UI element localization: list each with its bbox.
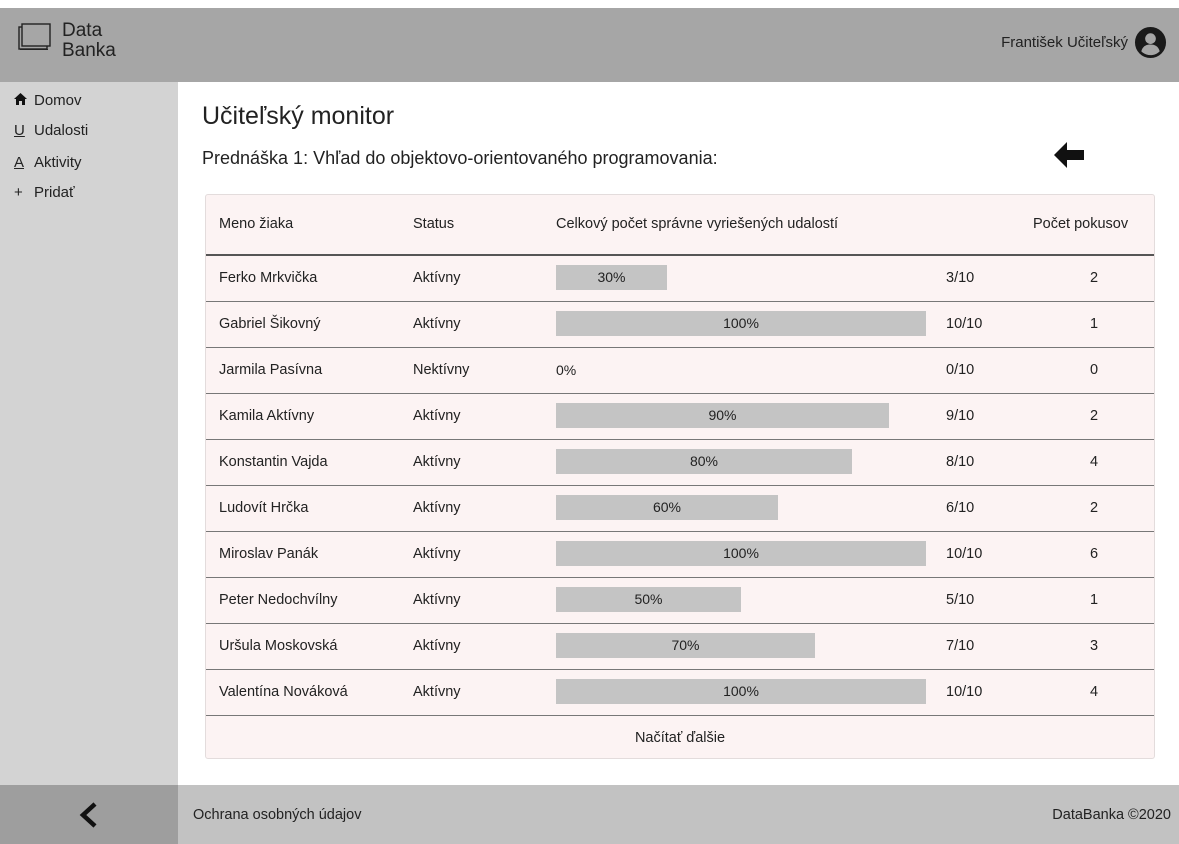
data-bank-logo-icon[interactable]	[18, 22, 52, 52]
progress-bar: 70%	[556, 633, 815, 658]
progress-bar: 90%	[556, 403, 889, 428]
table-header: Meno žiaka Status Celkový počet správne …	[206, 195, 1154, 256]
sidebar-item-label: Domov	[34, 92, 82, 109]
correct-ratio: 10/10	[946, 546, 983, 562]
attempt-count: 2	[1090, 270, 1099, 286]
main-content: Učiteľský monitor Prednáška 1: Vhľad do …	[178, 82, 1179, 785]
student-status: Aktívny	[413, 684, 461, 700]
user-name: František Učiteľský	[1001, 34, 1128, 51]
collapse-sidebar-chevron-icon[interactable]	[77, 802, 101, 828]
footer-sidebar-area	[0, 785, 178, 844]
student-name: Peter Nedochvílny	[219, 592, 338, 608]
table-row: Valentína Nováková Aktívny 100% 10/10 4	[206, 670, 1154, 716]
app-logo-text[interactable]: Data Banka	[62, 21, 116, 61]
student-name: Valentína Nováková	[219, 684, 348, 700]
progress-bar: 80%	[556, 449, 852, 474]
student-status: Aktívny	[413, 316, 461, 332]
column-header-attempts: Počet pokusov	[1033, 216, 1129, 232]
user-avatar-icon[interactable]	[1134, 26, 1167, 59]
student-name: Jarmila Pasívna	[219, 362, 323, 378]
student-status: Aktívny	[413, 592, 461, 608]
column-header-name: Meno žiaka	[219, 216, 294, 232]
student-status: Aktívny	[413, 270, 461, 286]
progress-bar: 50%	[556, 587, 741, 612]
correct-ratio: 10/10	[946, 684, 983, 700]
attempt-count: 1	[1090, 316, 1099, 332]
correct-ratio: 3/10	[946, 270, 975, 286]
logo-line-1: Data	[62, 20, 103, 41]
progress-bar: 0%	[556, 362, 577, 378]
plus-icon: +	[14, 184, 23, 201]
student-name: Gabriel Šikovný	[219, 316, 321, 332]
correct-ratio: 9/10	[946, 408, 975, 424]
page-title: Učiteľský monitor	[202, 102, 395, 130]
logo-line-2: Banka	[62, 40, 116, 61]
column-header-correct: Celkový počet správne vyriešených udalos…	[556, 216, 839, 232]
correct-ratio: 8/10	[946, 454, 975, 470]
correct-ratio: 5/10	[946, 592, 975, 608]
student-status: Aktívny	[413, 408, 461, 424]
progress-bar: 100%	[556, 679, 926, 704]
table-row: Kamila Aktívny Aktívny 90% 9/10 2	[206, 394, 1154, 440]
student-status: Aktívny	[413, 546, 461, 562]
u-letter-icon: U	[14, 122, 25, 139]
table-row: Ludovít Hrčka Aktívny 60% 6/10 2	[206, 486, 1154, 532]
table-row: Miroslav Panák Aktívny 100% 10/10 6	[206, 532, 1154, 578]
student-name: Ferko Mrkvička	[219, 270, 318, 286]
sidebar-item-udalosti[interactable]: U Udalosti	[14, 122, 88, 139]
student-name: Konstantin Vajda	[219, 454, 328, 470]
sidebar: Domov U Udalosti A Aktivity + Pridať	[0, 82, 178, 785]
student-name: Uršula Moskovská	[219, 638, 338, 654]
back-arrow-icon[interactable]	[1052, 140, 1086, 170]
top-header: Data Banka František Učiteľský	[0, 0, 1179, 82]
correct-ratio: 0/10	[946, 362, 975, 378]
table-row: Uršula Moskovská Aktívny 70% 7/10 3	[206, 624, 1154, 670]
sidebar-item-aktivity[interactable]: A Aktivity	[14, 154, 82, 171]
correct-ratio: 7/10	[946, 638, 975, 654]
user-menu[interactable]: František Učiteľský	[1001, 26, 1167, 59]
attempt-count: 1	[1090, 592, 1099, 608]
attempt-count: 4	[1090, 454, 1099, 470]
lecture-subtitle: Prednáška 1: Vhľad do objektovo-orientov…	[202, 148, 718, 168]
attempt-count: 3	[1090, 638, 1099, 654]
table-row: Jarmila Pasívna Nektívny 0% 0/10 0	[206, 348, 1154, 394]
correct-ratio: 6/10	[946, 500, 975, 516]
student-name: Miroslav Panák	[219, 546, 319, 562]
sidebar-item-label: Aktivity	[34, 154, 82, 171]
sidebar-item-label: Udalosti	[34, 122, 89, 139]
a-letter-icon: A	[14, 154, 25, 171]
student-name: Ludovít Hrčka	[219, 500, 309, 516]
home-icon	[14, 92, 34, 109]
progress-bar: 60%	[556, 495, 778, 520]
column-header-status: Status	[413, 216, 455, 232]
student-monitor-table: Meno žiaka Status Celkový počet správne …	[205, 194, 1155, 759]
table-row: Konstantin Vajda Aktívny 80% 8/10 4	[206, 440, 1154, 486]
privacy-policy-link[interactable]: Ochrana osobných údajov	[193, 807, 361, 823]
progress-bar: 100%	[556, 311, 926, 336]
correct-ratio: 10/10	[946, 316, 983, 332]
student-name: Kamila Aktívny	[219, 408, 315, 424]
student-status: Nektívny	[413, 362, 470, 378]
progress-bar: 30%	[556, 265, 667, 290]
student-status: Aktívny	[413, 500, 461, 516]
footer: Ochrana osobných údajov DataBanka ©2020	[0, 785, 1179, 844]
progress-bar: 100%	[556, 541, 926, 566]
load-more-button[interactable]: Načítať ďalšie	[206, 730, 1154, 746]
table-row: Gabriel Šikovný Aktívny 100% 10/10 1	[206, 302, 1154, 348]
attempt-count: 2	[1090, 408, 1099, 424]
sidebar-item-label: Pridať	[34, 184, 75, 201]
table-row: Ferko Mrkvička Aktívny 30% 3/10 2	[206, 256, 1154, 302]
student-status: Aktívny	[413, 638, 461, 654]
attempt-count: 4	[1090, 684, 1099, 700]
attempt-count: 2	[1090, 500, 1099, 516]
student-status: Aktívny	[413, 454, 461, 470]
attempt-count: 6	[1090, 546, 1099, 562]
attempt-count: 0	[1090, 362, 1099, 378]
copyright-text: DataBanka ©2020	[1052, 807, 1171, 823]
table-row: Peter Nedochvílny Aktívny 50% 5/10 1	[206, 578, 1154, 624]
sidebar-item-domov[interactable]: Domov	[14, 92, 82, 109]
sidebar-item-pridat[interactable]: + Pridať	[14, 184, 75, 201]
